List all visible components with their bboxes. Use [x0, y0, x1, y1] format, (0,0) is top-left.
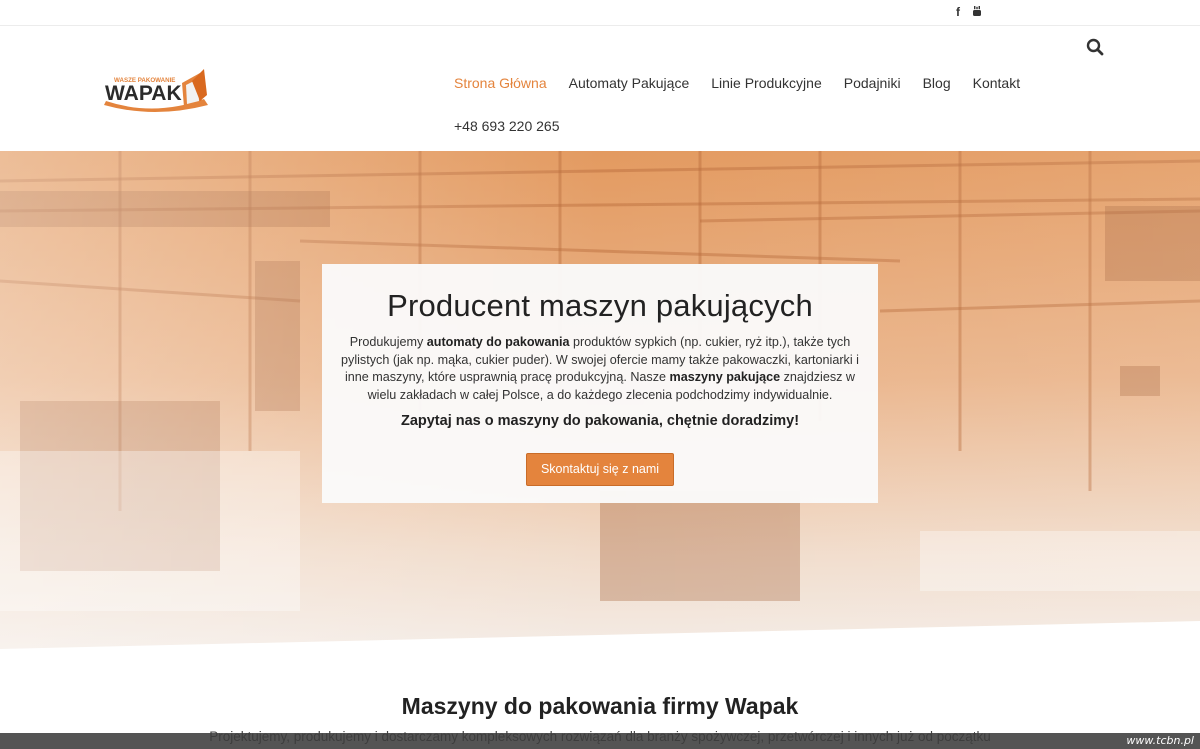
hero-title: Producent maszyn pakujących [387, 288, 813, 323]
watermark: www.tcbn.pl [1126, 734, 1194, 747]
nav-item-blog[interactable]: Blog [923, 75, 951, 91]
hero-description: Produkujemy automaty do pakowania produk… [338, 334, 862, 404]
nav-item-kontakt[interactable]: Kontakt [973, 75, 1020, 91]
facebook-icon[interactable]: f [953, 5, 963, 19]
top-bar: f [0, 0, 1200, 26]
social-links: f [953, 5, 982, 19]
search-icon[interactable] [1086, 38, 1104, 56]
section-title: Maszyny do pakowania firmy Wapak [401, 693, 799, 719]
hero-cta-text: Zapytaj nas o maszyny do pakowania, chęt… [400, 413, 800, 429]
nav-item-podajniki[interactable]: Podajniki [844, 75, 901, 91]
hero-section: Producent maszyn pakujących Produkujemy … [0, 151, 1200, 653]
nav-item-strona-glowna[interactable]: Strona Główna [454, 75, 547, 91]
hero-text-part: Produkujemy [349, 335, 427, 349]
phone-link[interactable]: +48 693 220 265 [454, 118, 560, 134]
logo-name: WAPAK [105, 82, 182, 105]
hero-card: Producent maszyn pakujących Produkujemy … [322, 264, 878, 503]
main-nav: Strona Główna Automaty Pakujące Linie Pr… [454, 75, 1042, 91]
watermark-bar [0, 733, 1200, 749]
nav-item-automaty-pakujace[interactable]: Automaty Pakujące [569, 75, 690, 91]
youtube-icon[interactable] [972, 5, 982, 19]
nav-item-linie-produkcyjne[interactable]: Linie Produkcyjne [711, 75, 822, 91]
contact-button[interactable]: Skontaktuj się z nami [526, 453, 674, 486]
hero-bold-link: maszyny pakujące [669, 370, 781, 384]
wapak-logo[interactable]: WASZE PAKOWANIE WAPAK [104, 65, 212, 113]
site-header: WASZE PAKOWANIE WAPAK Strona Główna Auto… [0, 27, 1200, 151]
hero-bold-link: automaty do pakowania [426, 335, 570, 349]
